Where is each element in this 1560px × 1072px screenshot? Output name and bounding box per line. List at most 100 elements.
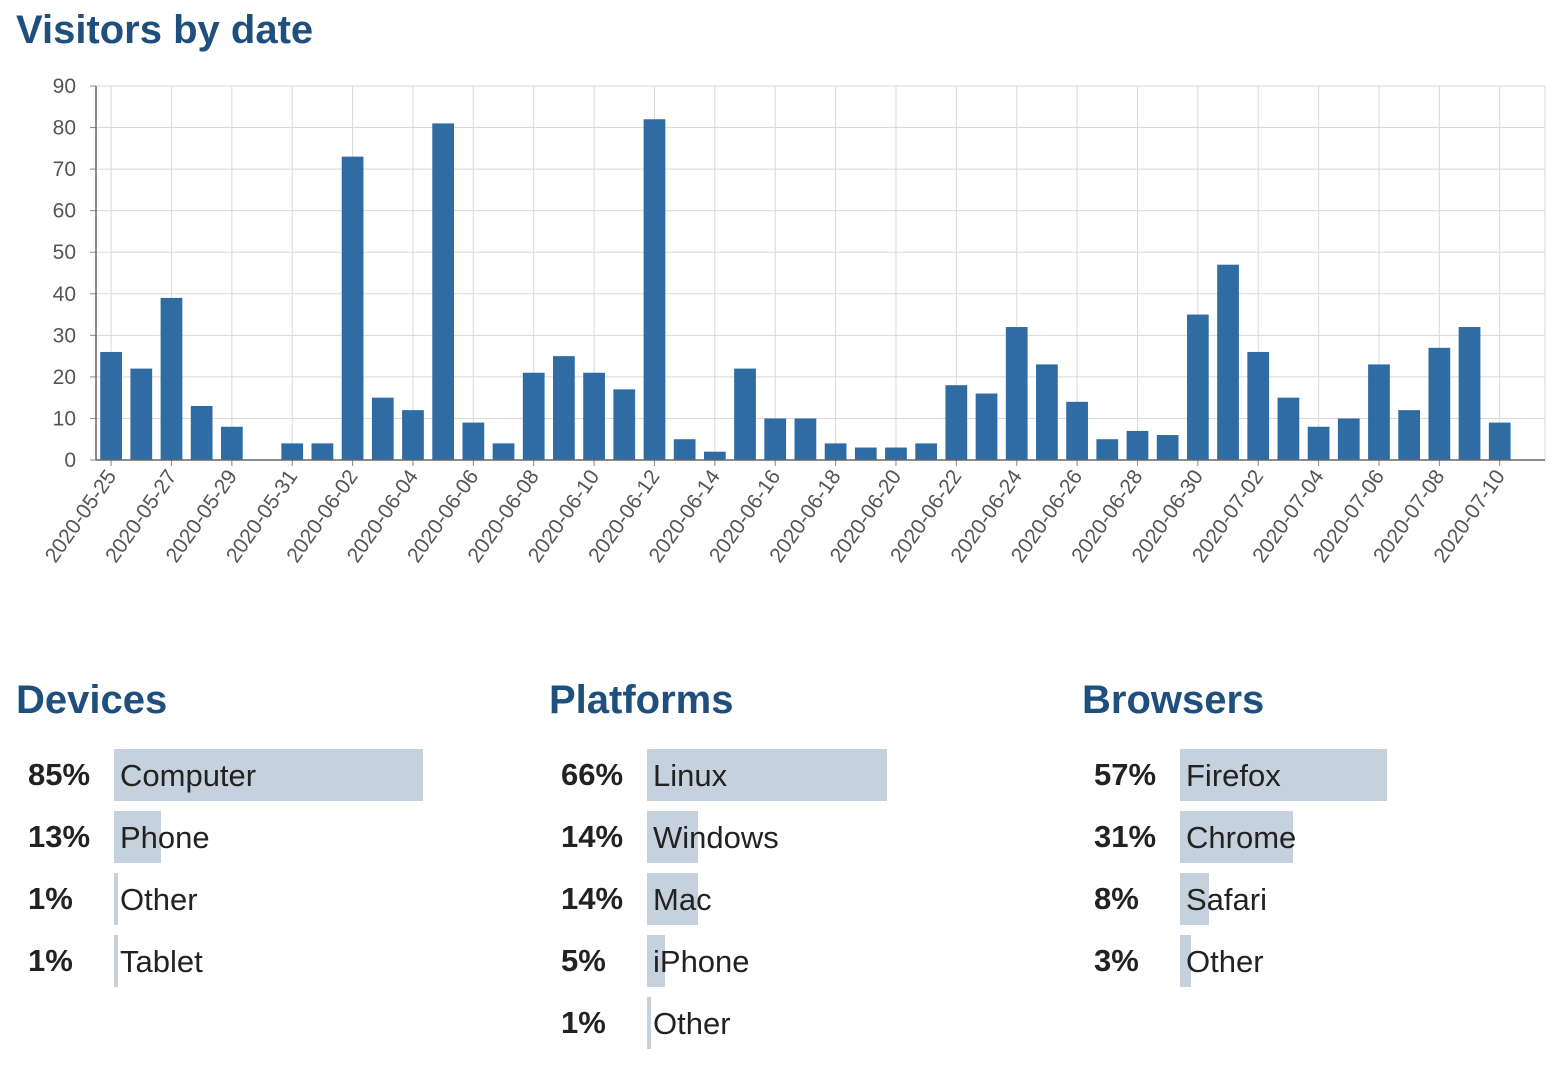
y-tick-label: 70 — [53, 158, 76, 181]
percentage: 14% — [561, 819, 624, 854]
bar-2020-05-28 — [190, 405, 213, 460]
percentage: 13% — [28, 819, 91, 854]
percentage: 66% — [561, 757, 624, 792]
browsers-row-firefox: 57% Firefox — [1082, 749, 1560, 811]
bar-2020-07-09 — [1458, 327, 1481, 460]
percentage: 57% — [1094, 757, 1157, 792]
devices-list: 85% Computer 13% Phone 1% Other 1% Tablet — [16, 749, 536, 997]
bar-2020-06-25 — [1036, 364, 1058, 460]
bar-2020-06-16 — [764, 418, 787, 460]
y-tick-label: 10 — [53, 407, 76, 430]
percentage: 8% — [1094, 881, 1139, 916]
bar-2020-07-05 — [1337, 418, 1360, 460]
bar-2020-06-26 — [1066, 401, 1088, 460]
bar-2020-05-25 — [100, 351, 122, 460]
chart-grid — [96, 85, 1546, 461]
bar-2020-05-27 — [160, 297, 183, 460]
bar-2020-06-27 — [1096, 439, 1119, 460]
devices-row-other: 1% Other — [16, 873, 536, 935]
devices-heading: Devices — [16, 678, 168, 722]
bar-2020-06-01 — [311, 443, 334, 460]
percentage: 5% — [561, 943, 606, 978]
y-axis-ticks: 0 10 20 30 40 50 60 70 80 90 — [53, 75, 76, 472]
bar-2020-06-02 — [341, 156, 364, 460]
bar-2020-06-20 — [885, 447, 907, 460]
bar-2020-06-13 — [673, 439, 696, 460]
bar-2020-05-31 — [281, 443, 304, 460]
percentage: 3% — [1094, 943, 1139, 978]
x-axis-ticks: 2020-05-252020-05-272020-05-292020-05-31… — [41, 465, 1510, 566]
visitors-bar-chart: 0 10 20 30 40 50 60 70 80 90 2020-05-252020-05-27… — [41, 75, 1546, 567]
chart-axes — [90, 85, 1545, 466]
bar-2020-06-17 — [794, 418, 817, 460]
category-label: Other — [653, 1006, 731, 1041]
y-tick-label: 60 — [53, 200, 76, 223]
chart-bars — [100, 119, 1511, 461]
platforms-row-windows: 14% Windows — [549, 811, 1069, 873]
browsers-row-safari: 8% Safari — [1082, 873, 1560, 935]
devices-row-computer: 85% Computer — [16, 749, 536, 811]
percentage: 14% — [561, 881, 624, 916]
bar-2020-06-24 — [1005, 327, 1028, 460]
percentage: 85% — [28, 757, 91, 792]
category-label: Windows — [653, 820, 779, 855]
percentage: 1% — [28, 881, 73, 916]
browsers-section: Browsers 57% Firefox 31% Chrome 8% Safari 3% Ot… — [1082, 678, 1560, 997]
bar-2020-07-08 — [1428, 347, 1451, 460]
category-label: Chrome — [1186, 820, 1297, 855]
bar-2020-06-29 — [1156, 435, 1179, 460]
bar-2020-07-01 — [1217, 264, 1239, 460]
browsers-row-chrome: 31% Chrome — [1082, 811, 1560, 873]
bar-2020-06-28 — [1126, 430, 1149, 460]
bar-2020-06-08 — [522, 372, 545, 460]
category-label: Phone — [120, 820, 210, 855]
bar-2020-06-03 — [371, 397, 394, 460]
platforms-heading: Platforms — [549, 678, 734, 722]
category-label: Tablet — [120, 944, 203, 979]
bar-2020-06-10 — [583, 372, 605, 460]
bar-2020-05-29 — [220, 426, 243, 460]
platforms-list: 66% Linux 14% Windows 14% Mac 5% iPhone 1% Other — [549, 749, 1069, 1059]
bar-2020-06-30 — [1186, 314, 1209, 460]
bar-2020-05-26 — [130, 368, 153, 460]
bar-2020-06-04 — [402, 410, 424, 460]
category-label: Other — [1186, 944, 1264, 979]
category-label: Other — [120, 882, 198, 917]
percentage: 31% — [1094, 819, 1157, 854]
y-tick-label: 30 — [53, 324, 76, 347]
platforms-row-iphone: 5% iPhone — [549, 935, 1069, 997]
platforms-row-mac: 14% Mac — [549, 873, 1069, 935]
bar-2020-06-15 — [734, 368, 756, 460]
percentage: 1% — [561, 1005, 606, 1040]
bar-2020-07-02 — [1247, 351, 1270, 460]
bar-2020-06-21 — [915, 443, 938, 460]
y-tick-label: 80 — [53, 117, 76, 140]
y-tick-label: 90 — [53, 75, 76, 98]
category-label: Mac — [653, 882, 712, 917]
browsers-heading: Browsers — [1082, 678, 1265, 722]
devices-row-tablet: 1% Tablet — [16, 935, 536, 997]
bar-2020-06-11 — [613, 389, 636, 460]
bar-2020-06-06 — [462, 422, 485, 460]
bar-2020-06-12 — [643, 119, 666, 460]
bar-2020-06-14 — [703, 451, 726, 460]
browsers-list: 57% Firefox 31% Chrome 8% Safari 3% Other — [1082, 749, 1560, 997]
bar-2020-06-18 — [824, 443, 847, 460]
y-tick-label: 0 — [64, 449, 76, 472]
share-bar — [647, 997, 651, 1049]
devices-row-phone: 13% Phone — [16, 811, 536, 873]
bar-2020-06-05 — [432, 123, 455, 461]
bar-2020-07-07 — [1398, 410, 1421, 460]
share-bar — [114, 873, 118, 925]
y-tick-label: 50 — [53, 241, 76, 264]
bar-2020-06-07 — [492, 443, 515, 460]
category-label: Firefox — [1186, 758, 1281, 793]
y-tick-label: 40 — [53, 283, 76, 306]
bar-2020-07-04 — [1307, 426, 1330, 460]
bar-2020-06-09 — [553, 356, 575, 460]
category-label: iPhone — [653, 944, 750, 979]
platforms-row-other: 1% Other — [549, 997, 1069, 1059]
bar-2020-06-22 — [945, 385, 968, 460]
bar-2020-07-06 — [1368, 364, 1390, 460]
platforms-row-linux: 66% Linux — [549, 749, 1069, 811]
